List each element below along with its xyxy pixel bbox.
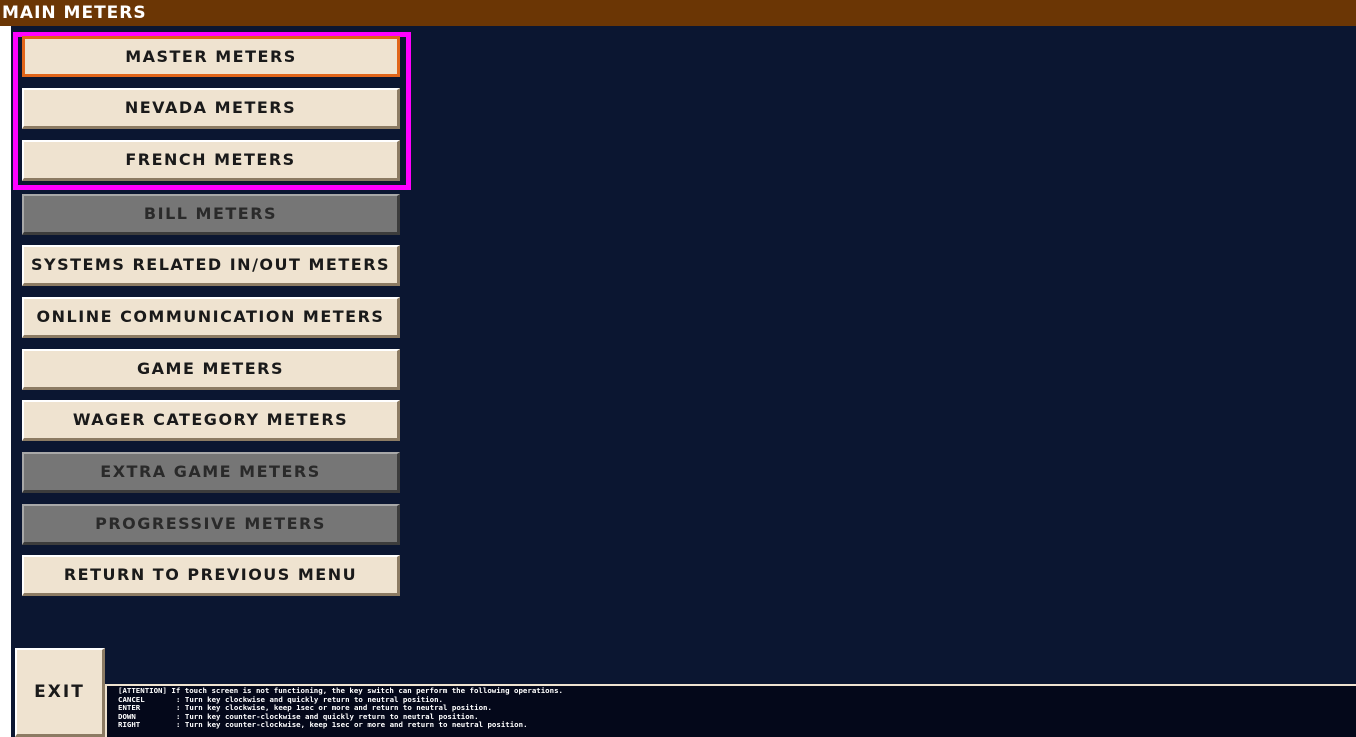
online-communication-meters-button[interactable]: ONLINE COMMUNICATION METERS xyxy=(22,297,400,338)
systems-related-in-out-meters-button[interactable]: SYSTEMS RELATED IN/OUT METERS xyxy=(22,245,400,286)
master-meters-button[interactable]: MASTER METERS xyxy=(22,36,400,77)
extra-game-meters-button: EXTRA GAME METERS xyxy=(22,452,400,493)
nevada-meters-button[interactable]: NEVADA METERS xyxy=(22,88,400,129)
info-key-right: RIGHT xyxy=(118,720,141,730)
page-title: MAIN METERS xyxy=(0,0,1356,26)
info-text-right: : Turn key counter-clockwise, keep 1sec … xyxy=(176,720,528,730)
progressive-meters-button: PROGRESSIVE METERS xyxy=(22,504,400,545)
french-meters-button[interactable]: FRENCH METERS xyxy=(22,140,400,181)
attention-label: [ATTENTION] xyxy=(118,686,167,695)
screen: MAIN METERS MASTER METERS NEVADA METERS … xyxy=(0,0,1356,737)
info-line-right: RIGHT : Turn key counter-clockwise, keep … xyxy=(118,721,1356,730)
exit-button[interactable]: EXIT xyxy=(15,648,105,737)
key-switch-info-panel: [ATTENTION] If touch screen is not funct… xyxy=(105,684,1356,737)
main-area: MASTER METERS NEVADA METERS FRENCH METER… xyxy=(11,26,1356,737)
return-to-previous-menu-button[interactable]: RETURN TO PREVIOUS MENU xyxy=(22,555,400,596)
wager-category-meters-button[interactable]: WAGER CATEGORY METERS xyxy=(22,400,400,441)
bill-meters-button: BILL METERS xyxy=(22,194,400,235)
game-meters-button[interactable]: GAME METERS xyxy=(22,349,400,390)
